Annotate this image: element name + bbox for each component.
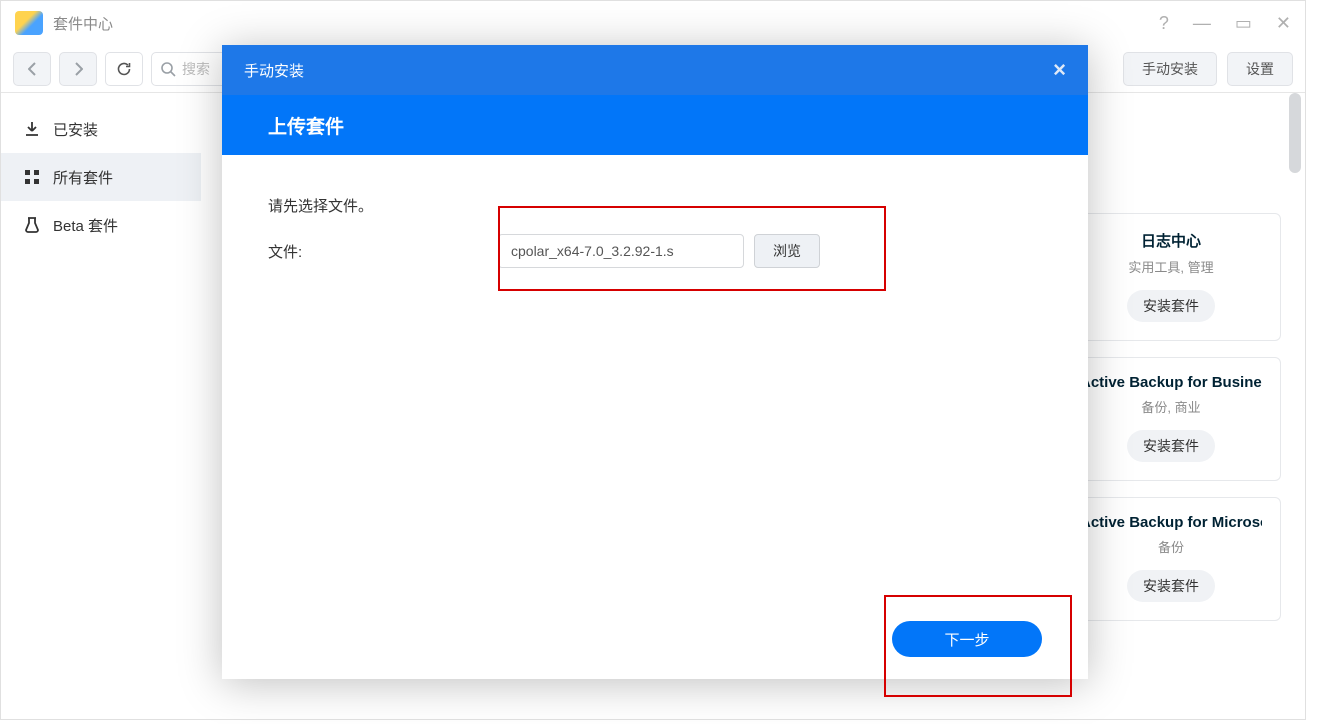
modal-prompt: 请先选择文件。 [268,195,1042,216]
modal-footer: 下一步 [222,599,1088,679]
manual-install-modal: 手动安装 × 上传套件 请先选择文件。 文件: 浏览 下一步 [222,45,1088,679]
modal-header: 手动安装 × [222,45,1088,95]
modal-backdrop: 手动安装 × 上传套件 请先选择文件。 文件: 浏览 下一步 [0,0,1324,724]
file-path-input[interactable] [498,234,744,268]
next-button[interactable]: 下一步 [892,621,1042,657]
modal-header-title: 手动安装 [244,60,304,81]
browse-button[interactable]: 浏览 [754,234,820,268]
modal-body: 请先选择文件。 文件: 浏览 [222,155,1088,599]
modal-close-icon[interactable]: × [1053,57,1066,83]
file-row: 文件: 浏览 [268,234,1042,268]
file-label: 文件: [268,241,498,262]
modal-subheader: 上传套件 [222,95,1088,155]
modal-subheader-title: 上传套件 [268,112,344,139]
